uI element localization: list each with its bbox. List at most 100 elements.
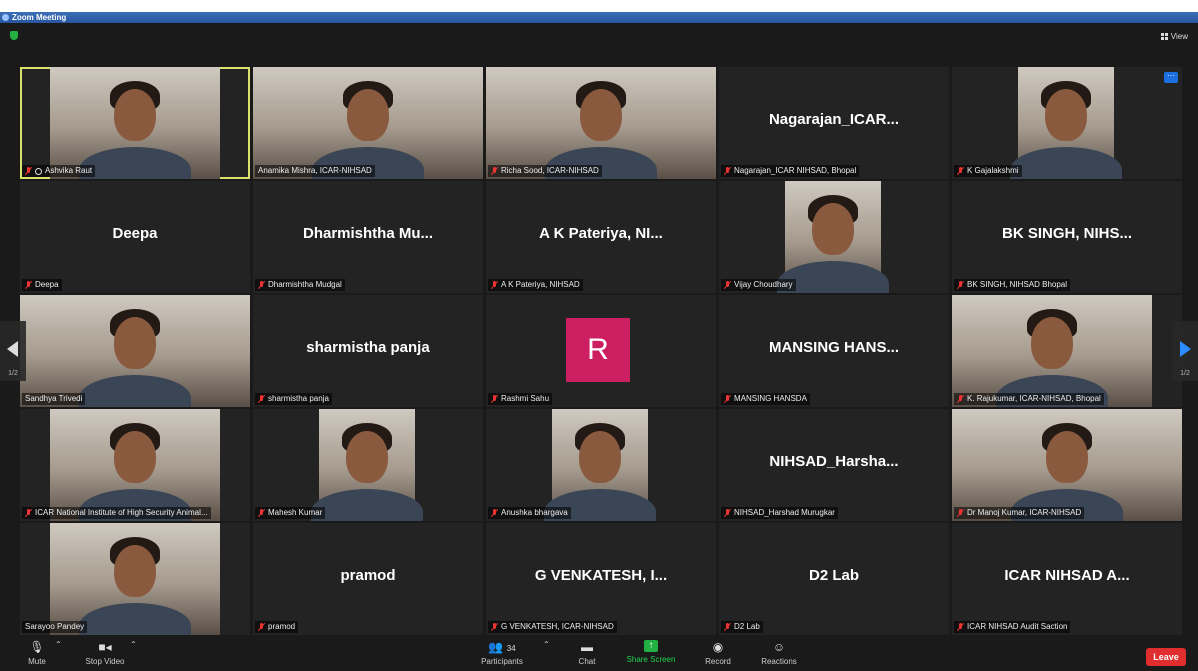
video-person-head xyxy=(114,545,156,597)
microphone-icon: 🎙 xyxy=(29,640,45,654)
mute-button[interactable]: 🎙 Mute xyxy=(22,640,52,666)
view-button[interactable]: View xyxy=(1160,32,1188,41)
participant-tile[interactable]: Sarayoo Pandey xyxy=(20,523,250,635)
next-page-button[interactable]: 1/2 xyxy=(1172,321,1198,381)
muted-mic-icon xyxy=(258,395,265,403)
participant-tile[interactable]: Sandhya Trivedi xyxy=(20,295,250,407)
participant-tile[interactable]: MANSING HANS... MANSING HANSDA xyxy=(719,295,949,407)
chat-label: Chat xyxy=(578,657,596,666)
participant-tile[interactable]: sharmistha panja sharmistha panja xyxy=(253,295,483,407)
video-person-body xyxy=(1010,147,1122,179)
muted-mic-icon xyxy=(724,623,731,631)
participant-name-label: A K Pateriya, NIHSAD xyxy=(488,279,583,291)
participant-tile[interactable]: R Rashmi Sahu xyxy=(486,295,716,407)
reactions-button[interactable]: ☺ Reactions xyxy=(756,640,802,666)
participant-name-label: Rashmi Sahu xyxy=(488,393,553,405)
participant-tile[interactable]: G VENKATESH, I... G VENKATESH, ICAR-NIHSA… xyxy=(486,523,716,635)
participant-tile[interactable]: Vijay Choudhary xyxy=(719,181,949,293)
meeting-toolbar: 🎙 Mute ⌃ ■◂ Stop Video ⌃ 👥 34 Participan… xyxy=(0,636,1198,671)
participant-video xyxy=(50,67,220,179)
participant-tile[interactable]: ICAR National Institute of High Security… xyxy=(20,409,250,521)
muted-mic-icon xyxy=(724,395,731,403)
participant-name: G VENKATESH, ICAR-NIHSAD xyxy=(501,622,614,631)
top-white-strip xyxy=(0,0,1198,12)
avatar: R xyxy=(566,318,630,382)
record-label: Record xyxy=(705,657,731,666)
participant-tile[interactable]: Anushka bhargava xyxy=(486,409,716,521)
previous-page-button[interactable]: 1/2 xyxy=(0,321,26,381)
participant-name-label: K. Rajukumar, ICAR-NIHSAD, Bhopal xyxy=(954,393,1104,405)
participant-video xyxy=(253,67,483,179)
arrow-right-icon xyxy=(1180,341,1191,357)
participant-tile[interactable]: Anamika Mishra, ICAR-NIHSAD xyxy=(253,67,483,179)
video-camera-icon: ■◂ xyxy=(98,640,112,654)
participant-name: Dharmishtha Mudgal xyxy=(268,280,342,289)
muted-mic-icon xyxy=(957,167,964,175)
security-shield-icon[interactable] xyxy=(10,31,18,40)
participant-name-label: Dr Manoj Kumar, ICAR-NIHSAD xyxy=(954,507,1085,519)
participant-name: Deepa xyxy=(35,280,59,289)
participant-tile[interactable]: ··· K Gajalakshmi xyxy=(952,67,1182,179)
video-options-chevron-icon[interactable]: ⌃ xyxy=(130,640,137,649)
participant-tile[interactable]: K. Rajukumar, ICAR-NIHSAD, Bhopal xyxy=(952,295,1182,407)
participant-name-label: MANSING HANSDA xyxy=(721,393,810,405)
participant-tile[interactable]: Richa Sood, ICAR-NIHSAD xyxy=(486,67,716,179)
participant-tile[interactable]: Dharmishtha Mu... Dharmishtha Mudgal xyxy=(253,181,483,293)
participants-chevron-icon[interactable]: ⌃ xyxy=(543,640,550,649)
participant-name-label: Sandhya Trivedi xyxy=(22,393,86,405)
muted-mic-icon xyxy=(957,281,964,289)
muted-mic-icon xyxy=(258,623,265,631)
muted-mic-icon xyxy=(25,281,32,289)
participant-video xyxy=(20,295,250,407)
participant-tile[interactable]: A K Pateriya, NI... A K Pateriya, NIHSAD xyxy=(486,181,716,293)
muted-mic-icon xyxy=(724,281,731,289)
muted-mic-icon xyxy=(25,167,32,175)
participant-tile[interactable]: Dr Manoj Kumar, ICAR-NIHSAD xyxy=(952,409,1182,521)
muted-mic-icon xyxy=(491,509,498,517)
participants-button[interactable]: 👥 34 Participants xyxy=(478,640,526,666)
video-person-body xyxy=(79,147,191,179)
participant-name: BK SINGH, NIHSAD Bhopal xyxy=(967,280,1068,289)
participant-tile[interactable]: Mahesh Kumar xyxy=(253,409,483,521)
video-person-head xyxy=(114,317,156,369)
participant-tile[interactable]: Nagarajan_ICAR... Nagarajan_ICAR NIHSAD, … xyxy=(719,67,949,179)
participant-tile[interactable]: Ashvika Raut xyxy=(20,67,250,179)
more-options-icon[interactable]: ··· xyxy=(1164,72,1178,83)
record-button[interactable]: ◉ Record xyxy=(700,640,736,666)
participant-display-name: D2 Lab xyxy=(808,567,859,584)
grid-icon xyxy=(1160,33,1168,40)
participant-tile[interactable]: BK SINGH, NIHS... BK SINGH, NIHSAD Bhopal xyxy=(952,181,1182,293)
audio-options-chevron-icon[interactable]: ⌃ xyxy=(55,640,62,649)
participant-name-label: Anamika Mishra, ICAR-NIHSAD xyxy=(255,165,375,177)
video-person-head xyxy=(1045,89,1087,141)
muted-mic-icon xyxy=(491,395,498,403)
video-person-head xyxy=(580,89,622,141)
participant-name-label: Sarayoo Pandey xyxy=(22,621,88,633)
participant-video xyxy=(544,409,656,521)
participant-tile[interactable]: Deepa Deepa xyxy=(20,181,250,293)
arrow-left-icon xyxy=(7,341,18,357)
participants-label: Participants xyxy=(481,657,523,666)
muted-mic-icon xyxy=(491,623,498,631)
participant-tile[interactable]: D2 Lab D2 Lab xyxy=(719,523,949,635)
video-person-head xyxy=(812,203,854,255)
muted-mic-icon xyxy=(258,281,265,289)
participant-display-name: ICAR NIHSAD A... xyxy=(1004,567,1130,584)
share-screen-button[interactable]: ↑ Share Screen xyxy=(622,640,680,664)
participant-name-label: Anushka bhargava xyxy=(488,507,571,519)
mute-label: Mute xyxy=(28,657,46,666)
leave-button[interactable]: Leave xyxy=(1146,648,1186,666)
share-screen-icon: ↑ xyxy=(644,640,658,652)
participant-tile[interactable]: ICAR NIHSAD A... ICAR NIHSAD Audit Sactio… xyxy=(952,523,1182,635)
video-person-head xyxy=(346,431,388,483)
participant-tile[interactable]: pramod pramod xyxy=(253,523,483,635)
participant-tile[interactable]: NIHSAD_Harsha... NIHSAD_Harshad Murugkar xyxy=(719,409,949,521)
participant-name: sharmistha panja xyxy=(268,394,329,403)
chat-button[interactable]: ▬ Chat xyxy=(572,640,602,666)
muted-mic-icon xyxy=(724,509,731,517)
window-title: Zoom Meeting xyxy=(12,13,67,22)
participant-display-name: pramod xyxy=(340,567,396,584)
participant-name: Anushka bhargava xyxy=(501,508,568,517)
page-indicator-left: 1/2 xyxy=(8,370,18,377)
stop-video-button[interactable]: ■◂ Stop Video xyxy=(80,640,130,666)
